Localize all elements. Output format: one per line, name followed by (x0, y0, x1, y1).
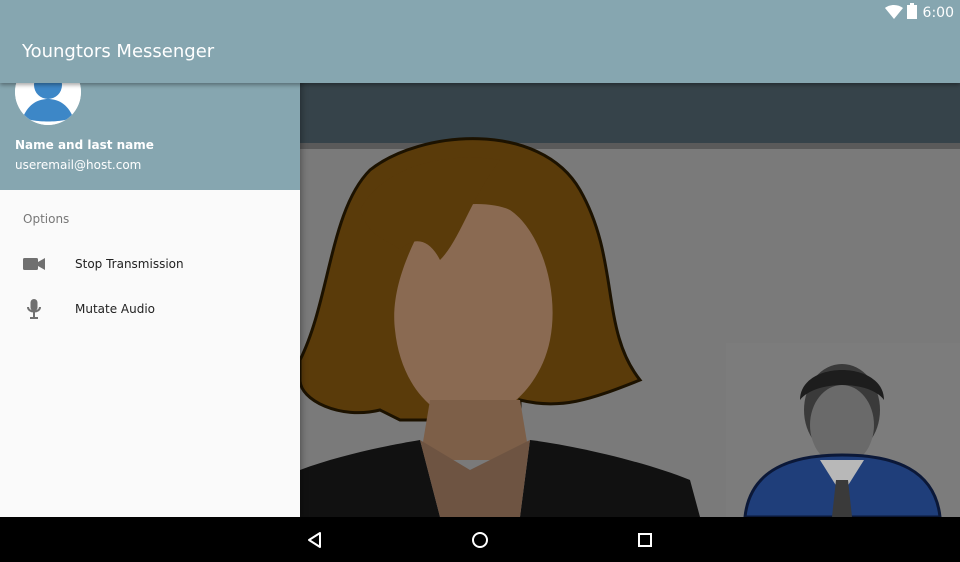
videocam-icon (22, 252, 46, 276)
system-navigation-bar (0, 517, 960, 562)
user-email: useremail@host.com (15, 158, 142, 172)
status-bar: 6:00 (884, 2, 954, 24)
recents-icon (638, 533, 652, 547)
app-bar: 6:00 Youngtors Messenger (0, 0, 960, 83)
home-button[interactable] (468, 528, 492, 552)
menu-item-label: Stop Transmission (75, 257, 184, 271)
wifi-icon (884, 4, 903, 23)
back-icon (308, 532, 321, 548)
back-button[interactable] (303, 528, 327, 552)
recents-button[interactable] (633, 528, 657, 552)
menu-item-stop-transmission[interactable]: Stop Transmission (0, 244, 300, 284)
status-time: 6:00 (922, 5, 954, 21)
user-name: Name and last name (15, 138, 154, 152)
menu-item-mutate-audio[interactable]: Mutate Audio (0, 289, 300, 329)
microphone-icon (22, 297, 46, 321)
options-section-header: Options (23, 212, 70, 226)
battery-icon (906, 3, 917, 23)
home-icon (472, 532, 488, 548)
app-title: Youngtors Messenger (22, 41, 215, 62)
menu-item-label: Mutate Audio (75, 302, 156, 316)
